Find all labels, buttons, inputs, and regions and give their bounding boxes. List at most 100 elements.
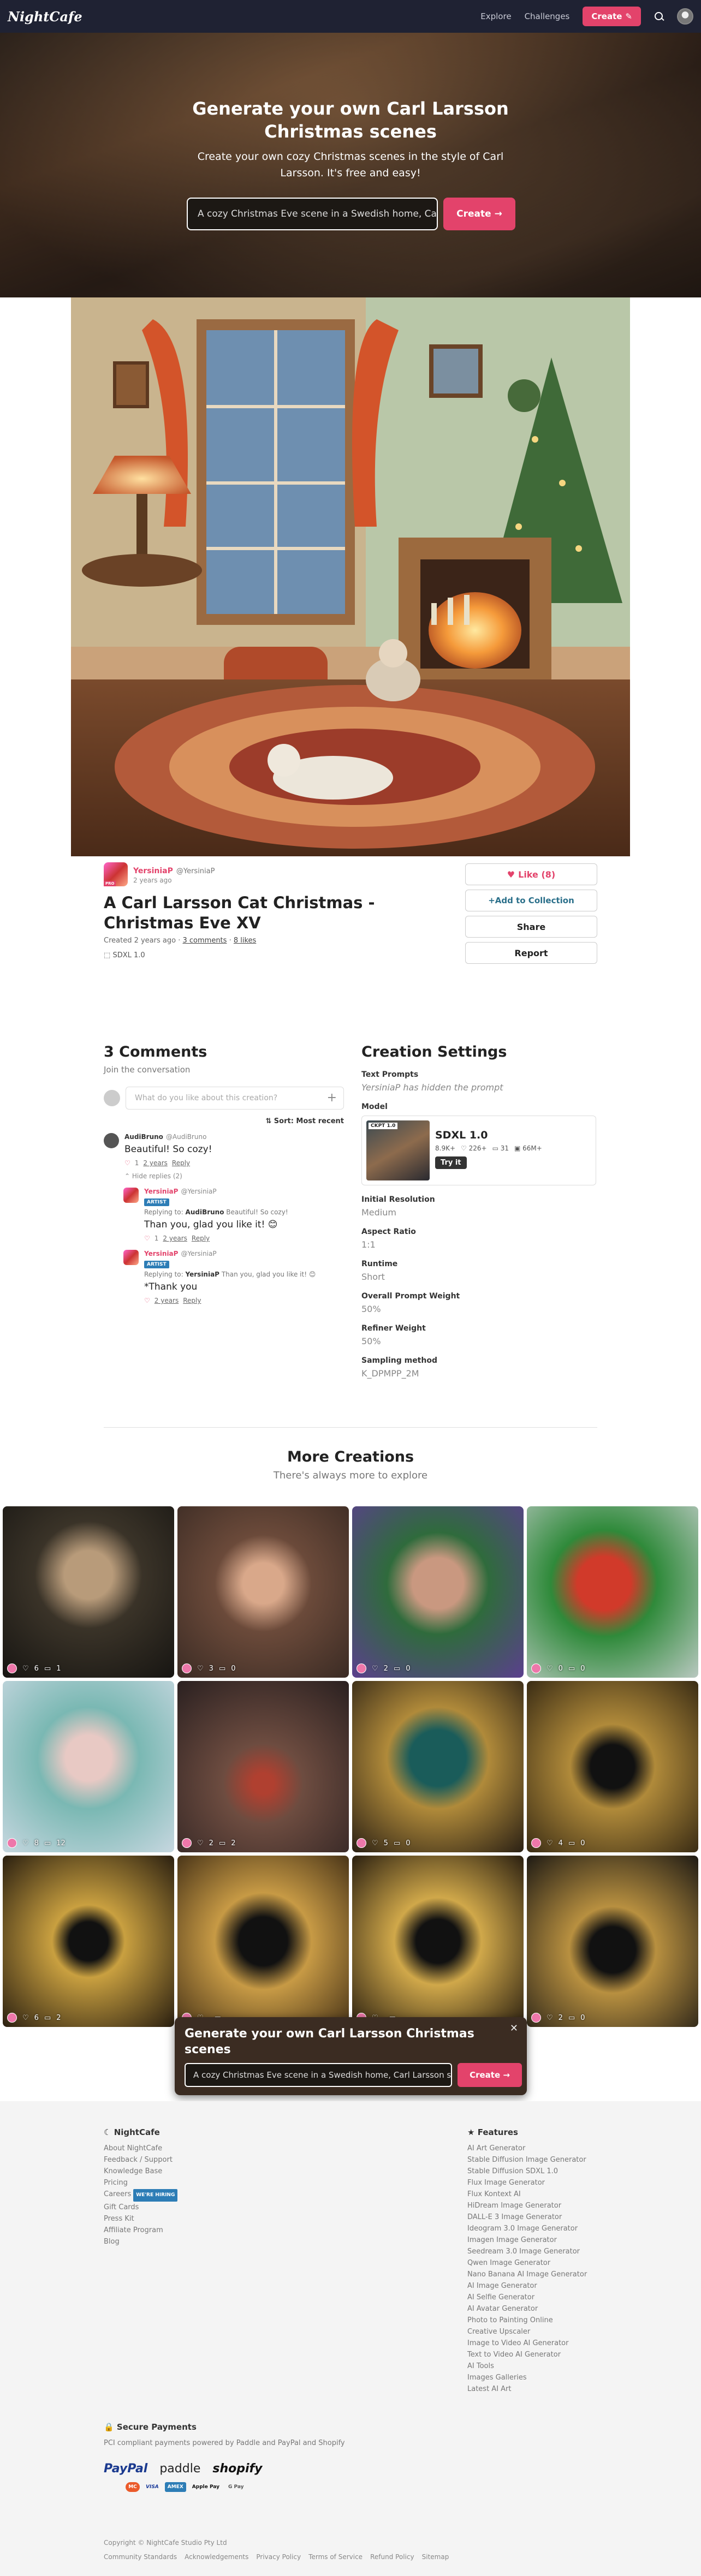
- search-icon[interactable]: [654, 11, 664, 21]
- hero-prompt-input[interactable]: A cozy Christmas Eve scene in a Swedish …: [187, 198, 438, 230]
- footer-feature-link[interactable]: Text to Video AI Generator: [467, 2349, 587, 2360]
- footer-bottom-link[interactable]: Acknowledgements: [185, 2550, 248, 2564]
- footer-link[interactable]: Affiliate Program: [104, 2225, 177, 2236]
- creation-tile[interactable]: ♡ 8 ▭ 12: [3, 1681, 174, 1852]
- footer-feature-link[interactable]: DALL-E 3 Image Generator: [467, 2211, 587, 2223]
- heart-icon[interactable]: ♡: [124, 1159, 130, 1167]
- footer-feature-link[interactable]: Qwen Image Generator: [467, 2257, 587, 2269]
- comments-link[interactable]: 3 comments: [182, 937, 227, 945]
- replying-user[interactable]: AudiBruno: [186, 1208, 224, 1216]
- footer-link[interactable]: Pricing: [104, 2177, 177, 2189]
- share-button[interactable]: Share: [465, 916, 597, 938]
- add-to-collection-button[interactable]: +Add to Collection: [465, 890, 597, 911]
- reply-link[interactable]: Reply: [183, 1297, 201, 1304]
- footer-bottom-link[interactable]: Refund Policy: [370, 2550, 414, 2564]
- popup-prompt-input[interactable]: A cozy Christmas Eve scene in a Swedish …: [185, 2063, 452, 2087]
- footer-bottom-link[interactable]: Terms of Service: [308, 2550, 363, 2564]
- footer-feature-link[interactable]: AI Avatar Generator: [467, 2303, 587, 2315]
- replier-avatar[interactable]: [123, 1250, 139, 1265]
- tile-creator-avatar[interactable]: [7, 1663, 17, 1673]
- footer-feature-link[interactable]: Images Galleries: [467, 2372, 587, 2383]
- heart-icon[interactable]: ♡: [372, 1665, 378, 1673]
- sort-dropdown[interactable]: ⇅ Sort: Most recent: [104, 1117, 344, 1125]
- replier-avatar[interactable]: [123, 1188, 139, 1203]
- footer-bottom-link[interactable]: Community Standards: [104, 2550, 177, 2564]
- creation-image[interactable]: [71, 297, 630, 856]
- creation-tile[interactable]: ♡ 6 ▭ 2: [3, 1856, 174, 2027]
- try-it-button[interactable]: Try it: [435, 1156, 467, 1169]
- creator-name[interactable]: YersiniaP: [133, 867, 173, 875]
- reply-link[interactable]: Reply: [192, 1235, 210, 1242]
- footer-feature-link[interactable]: HiDream Image Generator: [467, 2200, 587, 2211]
- nav-challenges[interactable]: Challenges: [525, 11, 570, 21]
- creation-tile[interactable]: ♡▭: [352, 1856, 524, 2027]
- comment-input[interactable]: What do you like about this creation? +: [126, 1087, 344, 1110]
- heart-icon[interactable]: ♡: [22, 1839, 29, 1847]
- tile-creator-avatar[interactable]: [182, 1663, 192, 1673]
- footer-feature-link[interactable]: Image to Video AI Generator: [467, 2338, 587, 2349]
- nightcafe-logo[interactable]: NightCafe: [8, 9, 82, 25]
- creation-tile[interactable]: ♡ 0 ▭ 0: [527, 1506, 698, 1678]
- heart-icon[interactable]: ♡: [197, 1665, 204, 1673]
- user-avatar[interactable]: [677, 8, 693, 25]
- nav-explore[interactable]: Explore: [480, 11, 511, 21]
- footer-link[interactable]: Careers WE'RE HIRING: [104, 2189, 178, 2202]
- heart-icon[interactable]: ♡: [372, 1839, 378, 1847]
- footer-feature-link[interactable]: Imagen Image Generator: [467, 2234, 587, 2246]
- footer-link[interactable]: Knowledge Base: [104, 2166, 177, 2177]
- heart-icon[interactable]: ♡: [197, 1839, 204, 1847]
- creator-info[interactable]: PRO YersiniaP @YersiniaP 2 years ago: [104, 862, 442, 886]
- footer-feature-link[interactable]: Seedream 3.0 Image Generator: [467, 2246, 587, 2257]
- heart-icon[interactable]: ♡: [22, 2014, 29, 2022]
- footer-feature-link[interactable]: Flux Image Generator: [467, 2177, 587, 2189]
- creator-avatar[interactable]: PRO: [104, 862, 128, 886]
- heart-icon[interactable]: ♡: [144, 1235, 150, 1242]
- reply-link[interactable]: Reply: [172, 1159, 190, 1167]
- heart-icon[interactable]: ♡: [144, 1297, 150, 1304]
- close-icon[interactable]: ✕: [510, 2023, 518, 2034]
- footer-feature-link[interactable]: Ideogram 3.0 Image Generator: [467, 2223, 587, 2234]
- creation-tile[interactable]: ♡ 2 ▭ 0: [527, 1856, 698, 2027]
- footer-feature-link[interactable]: Stable Diffusion SDXL 1.0: [467, 2166, 587, 2177]
- replier-name[interactable]: YersiniaP: [144, 1250, 178, 1257]
- footer-feature-link[interactable]: Photo to Painting Online: [467, 2315, 587, 2326]
- footer-link[interactable]: Gift Cards: [104, 2202, 177, 2213]
- heart-icon[interactable]: ♡: [546, 2014, 553, 2022]
- create-button[interactable]: Create ✎: [583, 7, 641, 26]
- footer-link[interactable]: Press Kit: [104, 2213, 177, 2225]
- tile-creator-avatar[interactable]: [531, 1663, 541, 1673]
- creation-tile[interactable]: ♡ 4 ▭ 0: [527, 1681, 698, 1852]
- report-button[interactable]: Report: [465, 942, 597, 964]
- footer-feature-link[interactable]: Creative Upscaler: [467, 2326, 587, 2338]
- likes-link[interactable]: 8 likes: [234, 937, 256, 945]
- footer-feature-link[interactable]: Stable Diffusion Image Generator: [467, 2154, 587, 2166]
- comment-age[interactable]: 2 years: [143, 1159, 167, 1167]
- footer-feature-link[interactable]: Flux Kontext AI: [467, 2189, 587, 2200]
- like-button[interactable]: ♥ Like (8): [465, 863, 597, 885]
- heart-icon[interactable]: ♡: [546, 1665, 553, 1673]
- tile-creator-avatar[interactable]: [357, 1838, 366, 1848]
- replier-name[interactable]: YersiniaP: [144, 1188, 178, 1195]
- creation-tile[interactable]: ♡ 2 ▭ 0: [352, 1506, 524, 1678]
- footer-feature-link[interactable]: AI Tools: [467, 2360, 587, 2372]
- heart-icon[interactable]: ♡: [22, 1665, 29, 1673]
- model-card[interactable]: CKPT 1.0 SDXL 1.0 8.9K+ ♡ 226+ ▭ 31 ▣ 66…: [361, 1116, 596, 1185]
- tile-creator-avatar[interactable]: [531, 2013, 541, 2023]
- creation-tile[interactable]: ♡ 3 ▭ 0: [177, 1506, 349, 1678]
- add-icon[interactable]: +: [327, 1091, 337, 1105]
- tile-creator-avatar[interactable]: [357, 1663, 366, 1673]
- comment-age[interactable]: 2 years: [155, 1297, 179, 1304]
- creation-tile[interactable]: ♡ 5 ▭ 0: [352, 1681, 524, 1852]
- footer-bottom-link[interactable]: Privacy Policy: [256, 2550, 301, 2564]
- creation-tile[interactable]: ♡▭: [177, 1856, 349, 2027]
- footer-feature-link[interactable]: Nano Banana AI Image Generator: [467, 2269, 587, 2280]
- tile-creator-avatar[interactable]: [7, 1838, 17, 1848]
- popup-create-button[interactable]: Create →: [458, 2063, 522, 2087]
- footer-link[interactable]: Feedback / Support: [104, 2154, 177, 2166]
- footer-feature-link[interactable]: AI Selfie Generator: [467, 2292, 587, 2303]
- footer-feature-link[interactable]: AI Art Generator: [467, 2143, 587, 2154]
- heart-icon[interactable]: ♡: [546, 1839, 553, 1847]
- tile-creator-avatar[interactable]: [531, 1838, 541, 1848]
- footer-feature-link[interactable]: AI Image Generator: [467, 2280, 587, 2292]
- commenter-name[interactable]: AudiBruno: [124, 1133, 163, 1141]
